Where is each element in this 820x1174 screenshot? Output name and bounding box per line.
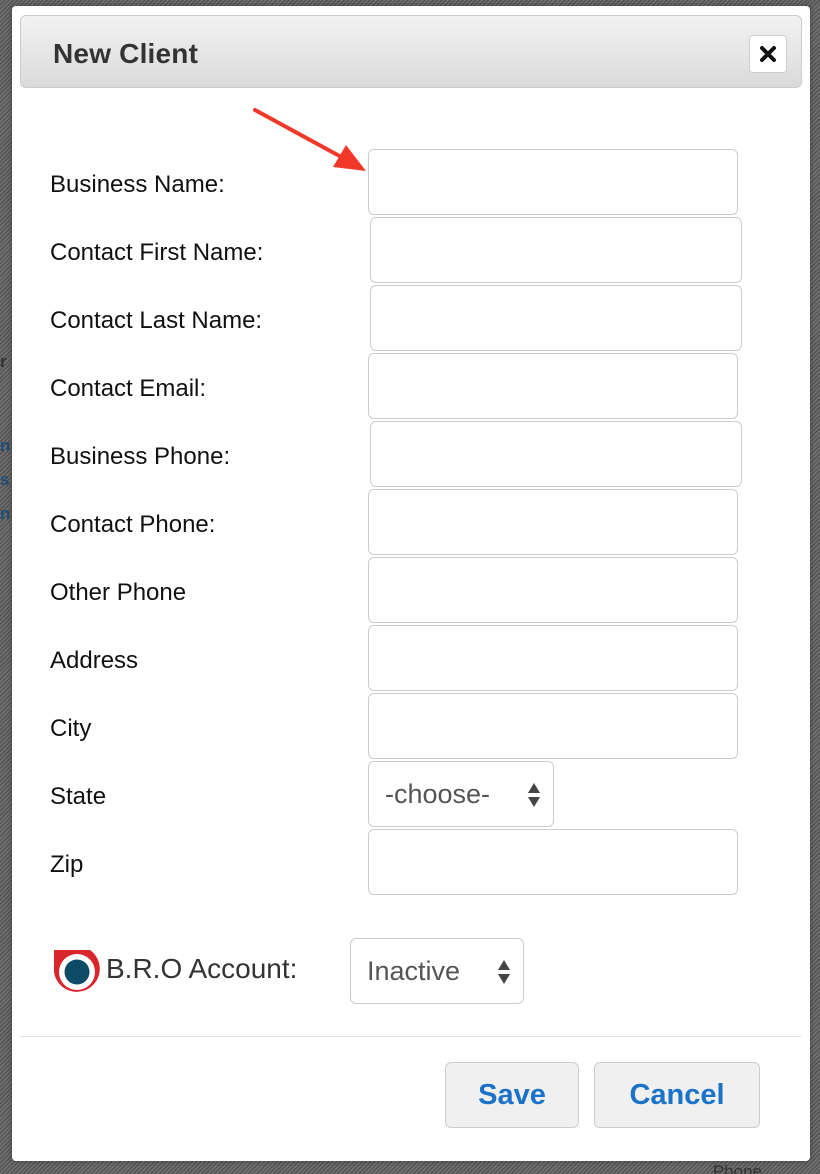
save-button[interactable]: Save	[445, 1062, 579, 1128]
updown-arrows-icon	[498, 960, 510, 984]
new-client-dialog: New Client Business Name: Contact First …	[12, 6, 810, 1161]
contact-email-input[interactable]	[368, 353, 738, 419]
bro-logo-icon	[54, 950, 100, 992]
business-name-input[interactable]	[368, 149, 738, 215]
contact-last-name-label: Contact Last Name:	[50, 307, 263, 334]
bro-account-select-value: Inactive	[367, 955, 461, 986]
contact-last-name-input[interactable]	[370, 285, 742, 351]
bro-account-select[interactable]: Inactive	[350, 938, 524, 1004]
state-select-value: -choose-	[385, 778, 491, 809]
footer-divider	[20, 1036, 802, 1037]
business-phone-input[interactable]	[370, 421, 742, 487]
updown-arrows-icon	[528, 783, 540, 807]
background-link-fragment: n	[0, 504, 11, 523]
city-input[interactable]	[368, 693, 738, 759]
city-label: City	[50, 715, 92, 742]
contact-first-name-label: Contact First Name:	[50, 239, 264, 266]
contact-email-label: Contact Email:	[50, 375, 207, 402]
background-link-fragment: n	[0, 436, 11, 455]
business-phone-label: Business Phone:	[50, 443, 231, 470]
state-label: State	[50, 783, 107, 810]
background-text-fragment: r	[0, 352, 7, 371]
zip-label: Zip	[50, 851, 84, 878]
background-text-fragment: Phone	[712, 1162, 762, 1174]
red-arrow-icon	[253, 108, 366, 171]
zip-input[interactable]	[368, 829, 738, 895]
other-phone-label: Other Phone	[50, 579, 187, 606]
dialog-titlebar: New Client	[20, 15, 802, 88]
close-button[interactable]	[749, 35, 787, 73]
other-phone-input[interactable]	[368, 557, 738, 623]
cancel-button[interactable]: Cancel	[594, 1062, 760, 1128]
address-input[interactable]	[368, 625, 738, 691]
contact-phone-label: Contact Phone:	[50, 511, 216, 538]
contact-first-name-input[interactable]	[370, 217, 742, 283]
dialog-title: New Client	[53, 38, 199, 69]
close-icon	[760, 46, 776, 62]
business-name-label: Business Name:	[50, 171, 225, 198]
address-label: Address	[50, 647, 139, 674]
contact-phone-input[interactable]	[368, 489, 738, 555]
bro-account-label: B.R.O Account:	[106, 953, 298, 984]
state-select[interactable]: -choose-	[368, 761, 554, 827]
background-link-fragment: s	[0, 470, 10, 489]
